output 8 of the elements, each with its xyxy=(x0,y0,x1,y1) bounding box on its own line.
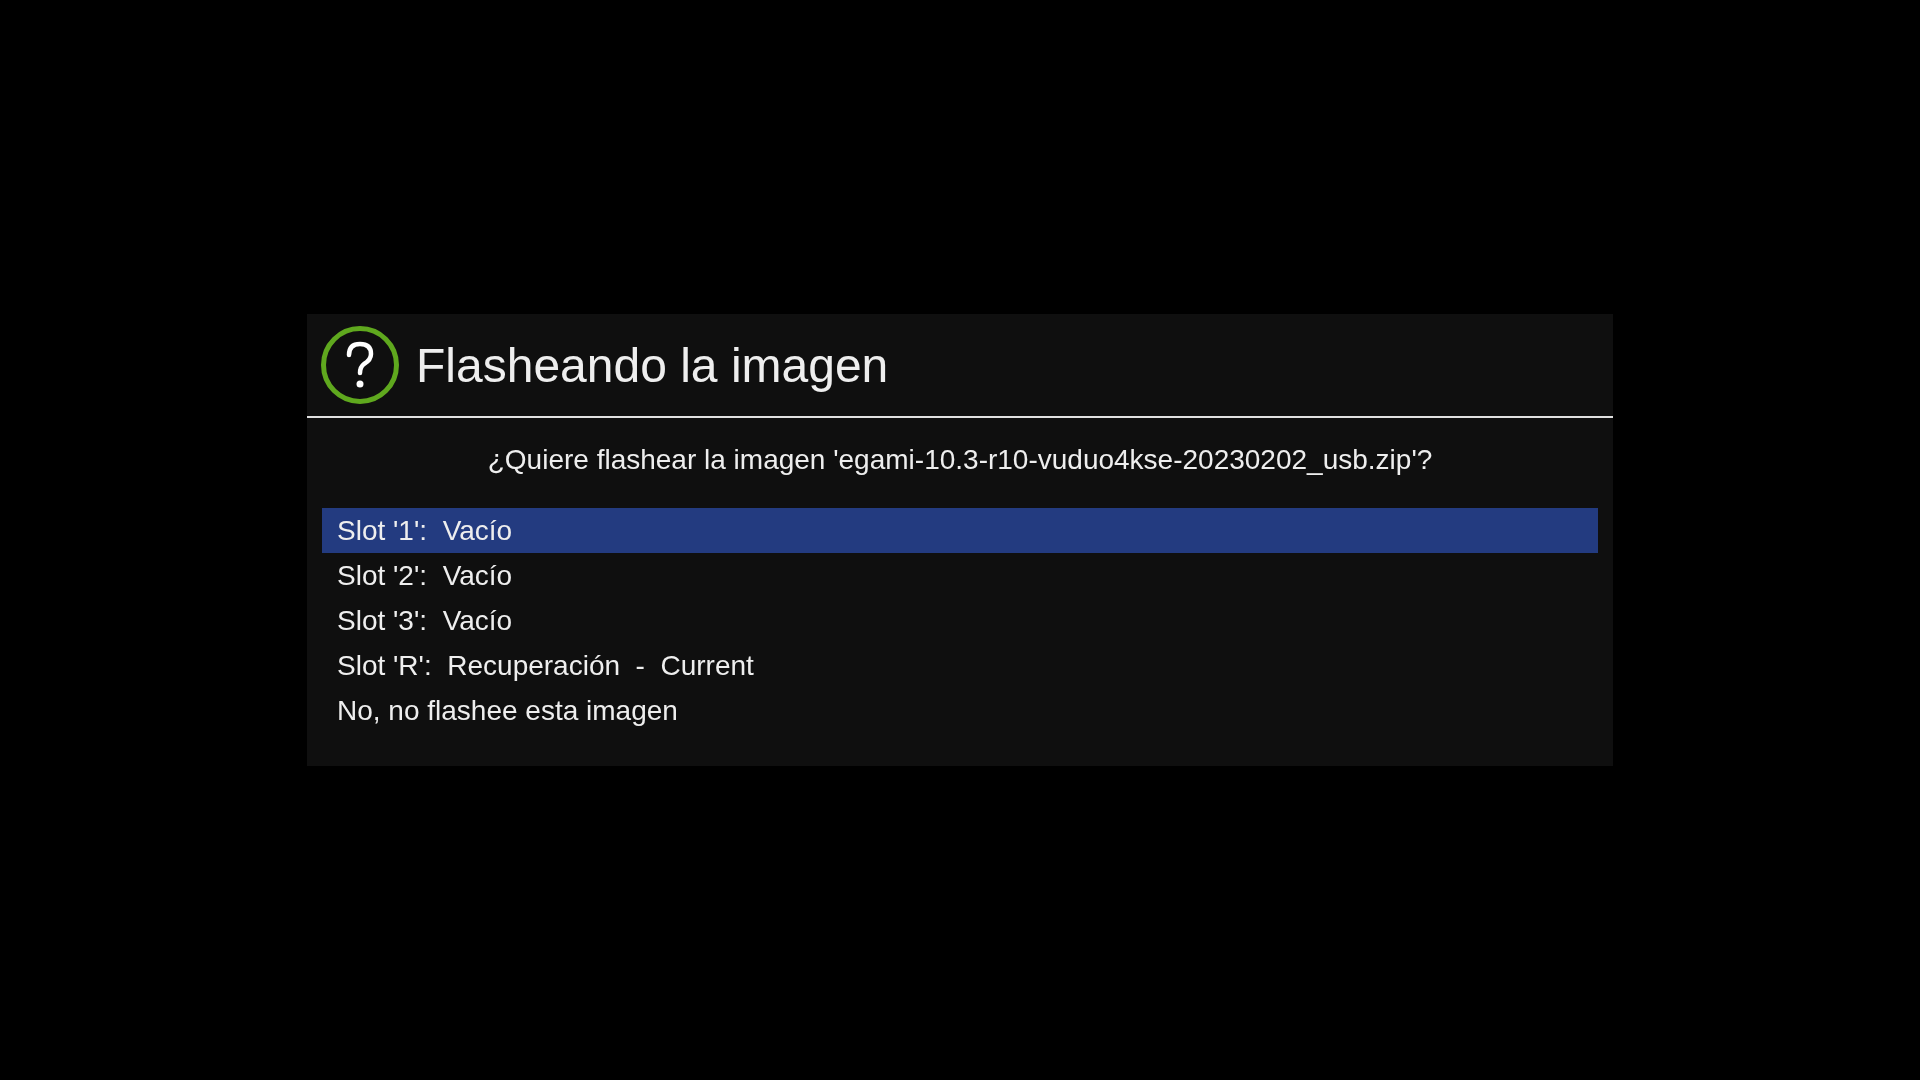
menu-option[interactable]: Slot 'R': Recuperación - Current xyxy=(322,643,1598,688)
menu-option[interactable]: Slot '1': Vacío xyxy=(322,508,1598,553)
question-icon xyxy=(320,325,400,405)
menu-option[interactable]: No, no flashee esta imagen xyxy=(322,688,1598,733)
dialog-title: Flasheando la imagen xyxy=(416,337,889,393)
menu-option[interactable]: Slot '3': Vacío xyxy=(322,598,1598,643)
menu-option[interactable]: Slot '2': Vacío xyxy=(322,553,1598,598)
question-text: ¿Quiere flashear la imagen 'egami-10.3-r10-vuduo4kse-20230202_usb.zip'? xyxy=(486,443,1434,477)
